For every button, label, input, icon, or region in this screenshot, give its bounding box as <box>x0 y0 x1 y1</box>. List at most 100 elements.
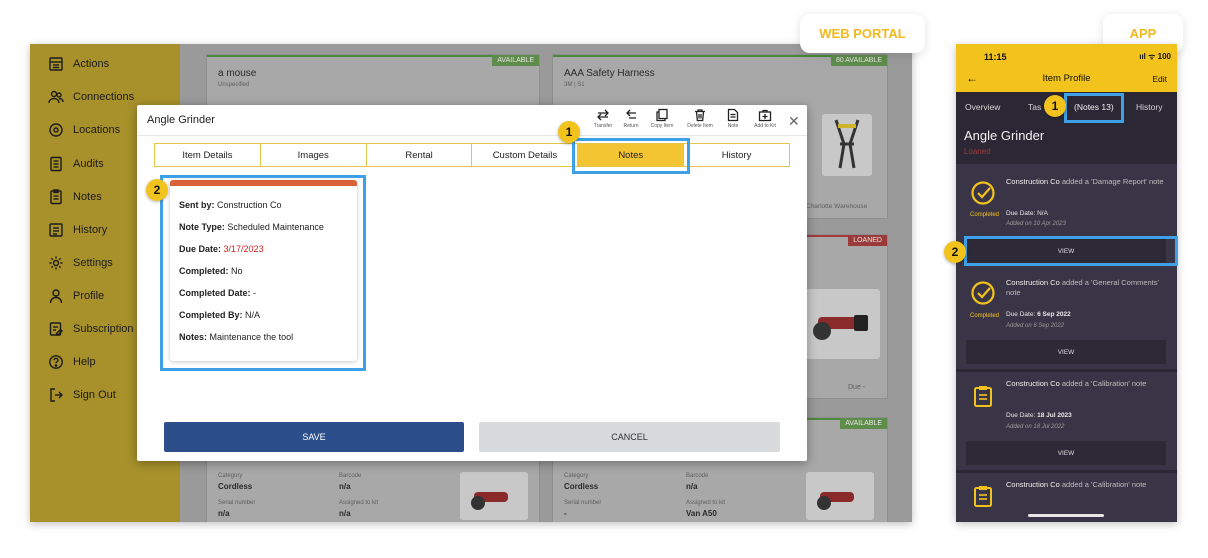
sidebar-item-label: Connections <box>73 91 135 103</box>
serial-label: Serial number <box>218 500 256 506</box>
add-to-kit-button[interactable]: Add to Kit <box>751 108 779 129</box>
sidebar-item-label: Settings <box>73 257 113 269</box>
callout-2-web: 2 <box>146 179 168 201</box>
category-label: Category <box>564 473 589 479</box>
due-label: Due Date: <box>1006 210 1036 217</box>
sidebar-item-actions[interactable]: Actions <box>48 54 109 74</box>
harness-image <box>822 114 872 176</box>
save-button[interactable]: SAVE <box>164 422 464 452</box>
callout-1-web: 1 <box>558 121 580 143</box>
sidebar-item-help[interactable]: Help <box>48 352 96 372</box>
due-value: N/A <box>1037 210 1048 217</box>
barcode-label: Barcode <box>339 473 362 479</box>
serial-label: Serial number <box>564 500 602 506</box>
delete-item-button[interactable]: Delete Item <box>686 108 714 129</box>
sidebar-item-connections[interactable]: Connections <box>48 87 134 107</box>
home-indicator <box>1028 514 1104 517</box>
view-button[interactable]: VIEW <box>966 340 1166 364</box>
gear-icon <box>48 255 64 271</box>
check-circle-icon <box>971 181 995 205</box>
tab-history[interactable]: History <box>1136 102 1162 112</box>
delete-item-label: Delete Item <box>687 123 713 129</box>
tab-overview[interactable]: Overview <box>965 102 1000 112</box>
cancel-button[interactable]: CANCEL <box>479 422 780 452</box>
copy-icon <box>656 108 668 122</box>
note-description: added a 'Calibration' note <box>1059 379 1147 388</box>
check-circle-icon <box>971 281 995 305</box>
transfer-button[interactable]: Transfer <box>589 108 617 129</box>
tab-images[interactable]: Images <box>261 144 367 166</box>
view-button[interactable]: VIEW <box>966 441 1166 465</box>
return-icon <box>626 109 636 119</box>
grinder-image <box>800 289 880 359</box>
transfer-icon <box>597 109 609 121</box>
close-icon[interactable]: ✕ <box>788 113 800 130</box>
serial-value: - <box>564 509 567 518</box>
sidebar-item-locations[interactable]: Locations <box>48 120 120 140</box>
barcode-value: n/a <box>686 482 698 491</box>
note-button[interactable]: Note <box>719 108 747 129</box>
sidebar-item-settings[interactable]: Settings <box>48 253 113 273</box>
note-added: Added on 10 Apr 2023 <box>1006 221 1066 227</box>
tab-item-details[interactable]: Item Details <box>155 144 261 166</box>
modal-tabs: Item Details Images Rental Custom Detail… <box>154 143 790 167</box>
tab-history[interactable]: History <box>684 144 789 166</box>
copy-item-button[interactable]: Copy Item <box>648 108 676 129</box>
due-value: 6 Sep 2022 <box>1037 311 1071 318</box>
status-time: 11:15 <box>984 52 1007 62</box>
sign-out-icon <box>48 387 64 403</box>
due-label: Due Date: <box>1006 311 1036 318</box>
app-header: 11:15 ııl ᯤ 100 ← Item Profile Edit <box>956 44 1177 92</box>
tab-custom-details[interactable]: Custom Details <box>472 144 579 166</box>
note-due: Due Date: N/A <box>1006 210 1048 217</box>
return-button[interactable]: Return <box>617 108 645 129</box>
tab-rental[interactable]: Rental <box>367 144 473 166</box>
copy-item-label: Copy Item <box>650 123 674 129</box>
note-entry-text: Construction Co added a 'General Comment… <box>1006 278 1166 298</box>
kit-value: n/a <box>339 509 351 518</box>
sidebar-item-history[interactable]: History <box>48 220 107 240</box>
kit-label: Assigned to kit <box>686 500 726 506</box>
modal-title: Angle Grinder <box>147 114 215 126</box>
note-added: Added on 18 Jul 2022 <box>1006 424 1065 430</box>
sidebar-item-label: Audits <box>73 158 104 170</box>
sidebar-item-label: Help <box>73 356 96 368</box>
item-subtitle: Unspecified <box>218 82 250 88</box>
status-badge: LOANED <box>848 235 887 246</box>
item-title: a mouse <box>218 68 257 79</box>
divider <box>956 470 1177 473</box>
status-badge: 80 AVAILABLE <box>830 55 887 66</box>
add-to-kit-label: Add to Kit <box>754 123 776 129</box>
sidebar-item-label: Subscription <box>73 323 134 335</box>
tab-tasks[interactable]: Tas <box>1028 102 1041 112</box>
sidebar-item-profile[interactable]: Profile <box>48 286 104 306</box>
divider <box>956 369 1177 372</box>
edit-button[interactable]: Edit <box>1152 74 1167 84</box>
completed-label: Completed <box>970 212 1000 218</box>
sidebar-item-subscription[interactable]: Subscription <box>48 319 134 339</box>
note-entry-text: Construction Co added a 'Damage Report' … <box>1006 177 1166 187</box>
sidebar-item-notes[interactable]: Notes <box>48 187 102 207</box>
notes-tab-highlight <box>1064 93 1124 123</box>
modal-divider <box>137 135 807 136</box>
note-label: Note <box>727 123 739 129</box>
history-icon <box>48 222 64 238</box>
note-description: added a 'Damage Report' note <box>1059 177 1164 186</box>
profile-icon <box>48 288 64 304</box>
barcode-value: n/a <box>339 482 351 491</box>
sidebar-item-label: Profile <box>73 290 105 302</box>
serial-value: n/a <box>218 509 230 518</box>
status-badge: AVAILABLE <box>840 418 887 429</box>
transfer-label: Transfer <box>593 123 613 129</box>
callout-1-app: 1 <box>1044 95 1066 117</box>
kit-value: Van A50 <box>686 509 717 518</box>
location-pin-icon <box>48 122 64 138</box>
sidebar-item-label: Actions <box>73 58 110 70</box>
note-entry-text: Construction Co added a 'Calibration' no… <box>1006 379 1166 389</box>
sidebar-item-audits[interactable]: Audits <box>48 154 104 174</box>
note-author: Construction Co <box>1006 177 1060 186</box>
sidebar-item-sign-out[interactable]: Sign Out <box>48 385 116 405</box>
callout-2-app: 2 <box>944 241 966 263</box>
due-value: 18 Jul 2023 <box>1037 412 1072 419</box>
return-label: Return <box>623 123 639 129</box>
